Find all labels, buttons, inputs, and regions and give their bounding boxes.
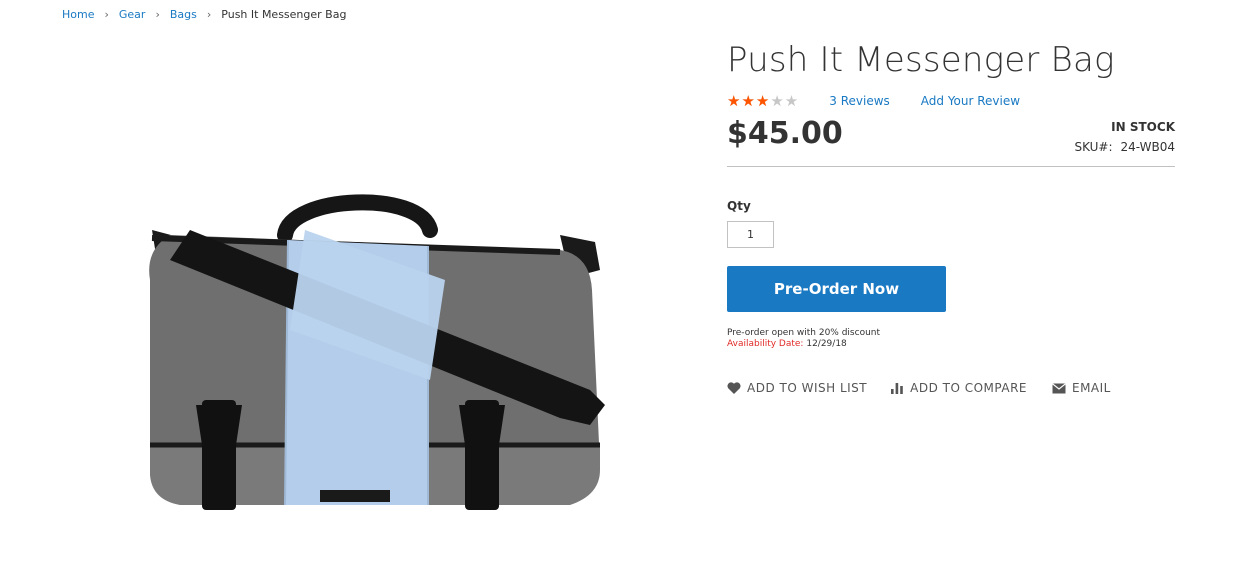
preorder-note: Pre-order open with 20% discount [727,328,881,338]
sku-label: SKU#: [1074,140,1113,154]
email-link[interactable]: EMAIL [1052,381,1111,395]
bar-chart-icon [891,383,903,394]
product-image[interactable] [130,190,610,530]
availability-label: Availability Date: [727,339,804,349]
product-price: $45.00 [727,116,843,151]
envelope-icon [1052,382,1066,393]
stock-status: IN STOCK [1111,120,1175,134]
rating-stars: ★★★★★ ★★★★★ [727,92,799,110]
price-box: $45.00 IN STOCK SKU#: 24-WB04 [727,112,1175,167]
product-social-links: ADD TO WISH LIST ADD TO COMPARE EMAIL [727,381,1175,395]
add-to-compare-label: ADD TO COMPARE [910,381,1027,395]
breadcrumb-separator: › [155,8,160,21]
add-to-compare-link[interactable]: ADD TO COMPARE [890,381,1027,395]
reviews-link[interactable]: 3 Reviews [829,94,890,108]
qty-label: Qty [727,199,751,213]
sku-value: 24-WB04 [1120,140,1175,154]
availability-date: Availability Date: 12/29/18 [727,339,1175,350]
rating-stars-filled: ★★★★★ [727,92,771,110]
add-to-wishlist-link[interactable]: ADD TO WISH LIST [727,381,867,395]
breadcrumb-separator: › [206,8,212,21]
preorder-button[interactable]: Pre-Order Now [727,266,946,312]
breadcrumb-current: Push It Messenger Bag [221,8,347,21]
breadcrumb: Home › Gear › Bags › Push It Messenger B… [62,8,346,21]
qty-input[interactable] [727,221,774,248]
heart-icon [727,382,741,394]
product-title: Push It Messenger Bag [727,40,1115,80]
messenger-bag-image [149,194,605,510]
breadcrumb-gear-link[interactable]: Gear [119,8,146,21]
availability-value: 12/29/18 [806,339,847,349]
breadcrumb-bags-link[interactable]: Bags [170,8,197,21]
reviews-summary: ★★★★★ ★★★★★ 3 Reviews Add Your Review [727,92,1175,110]
add-review-link[interactable]: Add Your Review [921,94,1020,108]
email-label: EMAIL [1072,381,1111,395]
add-to-wishlist-label: ADD TO WISH LIST [747,381,868,395]
breadcrumb-home-link[interactable]: Home [62,8,94,21]
breadcrumb-separator: › [104,8,109,21]
sku: SKU#: 24-WB04 [1074,140,1175,154]
product-info: Push It Messenger Bag ★★★★★ ★★★★★ 3 Revi… [727,38,1175,395]
